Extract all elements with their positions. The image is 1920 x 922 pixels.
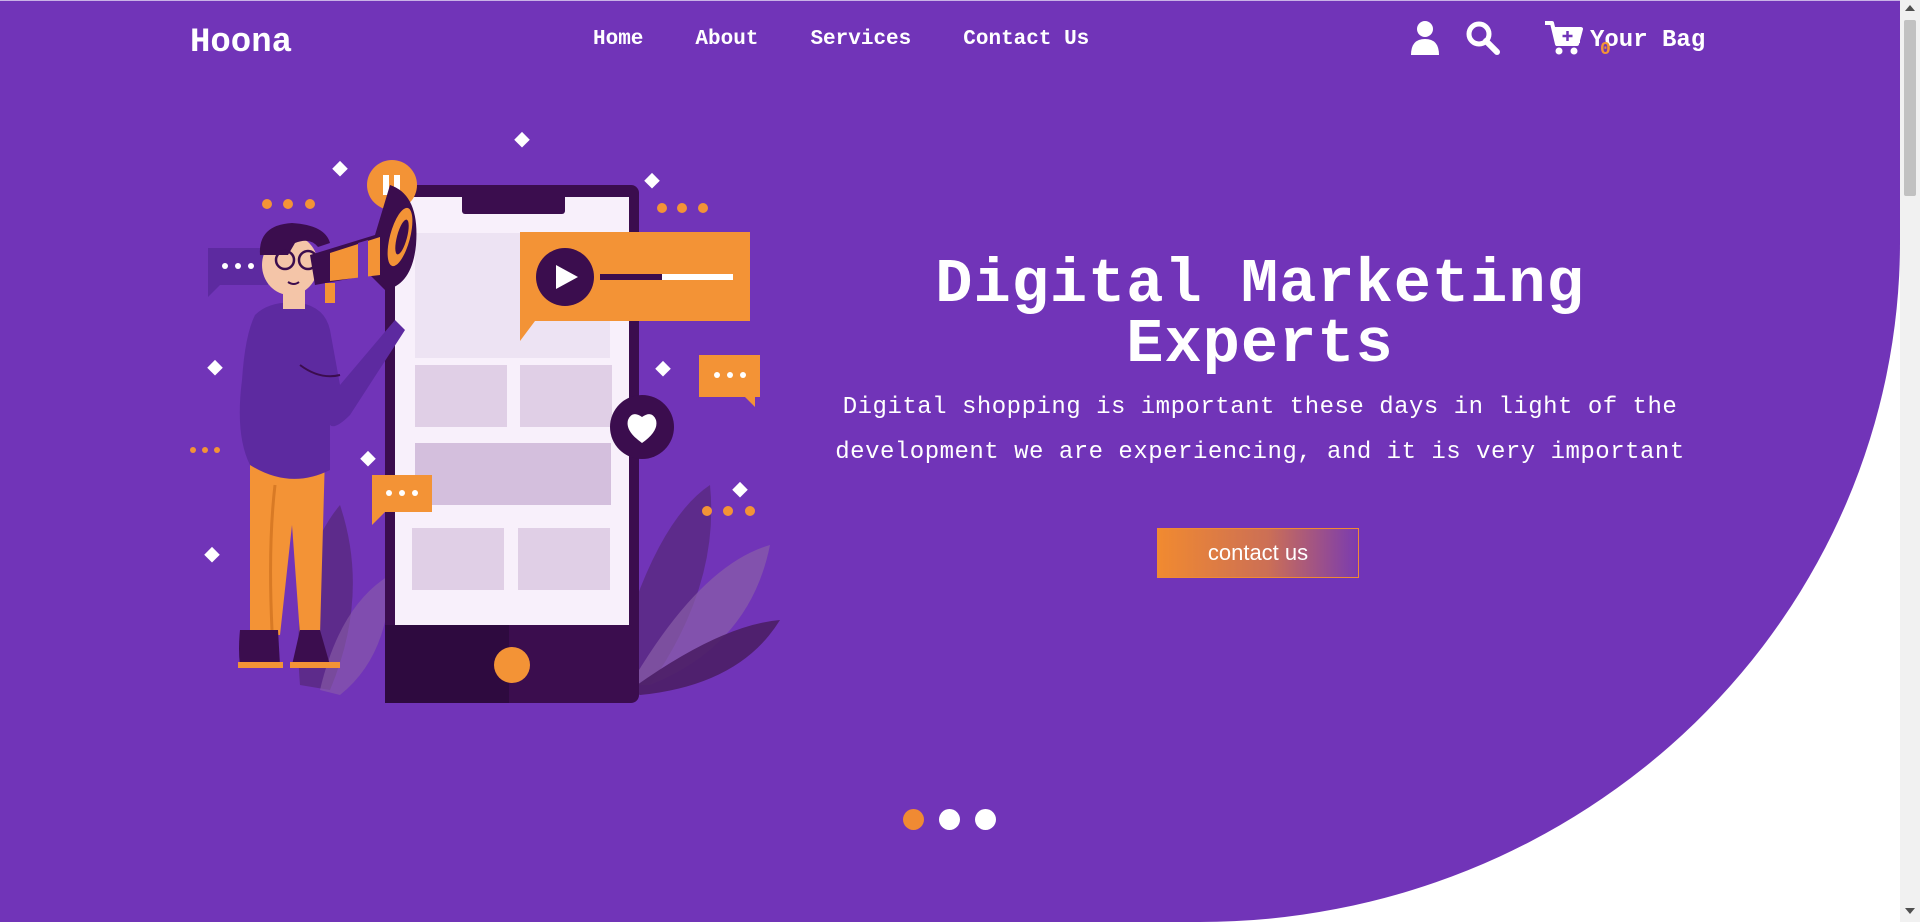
- brand-logo[interactable]: Hoona: [190, 24, 292, 62]
- user-icon[interactable]: [1410, 20, 1440, 61]
- contact-us-button[interactable]: contact us: [1157, 528, 1359, 578]
- chat-bubble-right: [699, 355, 760, 407]
- phone-home-button: [494, 647, 530, 683]
- navbar: Hoona Home About Services Contact Us 0 Y…: [0, 0, 1900, 90]
- hero-title: Digital Marketing Experts: [935, 249, 1585, 380]
- marketing-illustration: [190, 131, 780, 703]
- hero-section: Hoona Home About Services Contact Us 0 Y…: [0, 0, 1900, 922]
- nav-contact-us[interactable]: Contact Us: [963, 28, 1089, 51]
- header-actions: 0 Your Bag: [1410, 20, 1705, 61]
- main-nav: Home About Services Contact Us: [593, 28, 1141, 51]
- search-icon[interactable]: [1466, 21, 1500, 60]
- slide-dot-1[interactable]: [903, 809, 924, 830]
- scroll-down-arrow[interactable]: [1905, 908, 1915, 914]
- scrollbar-thumb[interactable]: [1904, 20, 1916, 196]
- bag-button[interactable]: 0 Your Bag: [1544, 20, 1705, 61]
- nav-services[interactable]: Services: [810, 28, 911, 51]
- man-shoe-left: [239, 630, 280, 665]
- chat-bubble-left: [208, 248, 268, 297]
- page-scrollbar[interactable]: [1900, 0, 1920, 922]
- bag-count-badge: 0: [1600, 40, 1611, 60]
- nav-about[interactable]: About: [695, 28, 758, 51]
- scroll-up-arrow[interactable]: [1905, 5, 1915, 11]
- slider-dots: [903, 809, 996, 830]
- slide-dot-2[interactable]: [939, 809, 960, 830]
- slide-dot-3[interactable]: [975, 809, 996, 830]
- phone-notch: [462, 192, 565, 214]
- nav-home[interactable]: Home: [593, 28, 643, 51]
- man-legs: [250, 455, 325, 635]
- man-body: [239, 302, 405, 479]
- cart-icon: [1544, 20, 1584, 61]
- hero-description: Digital shopping is important these days…: [835, 394, 1685, 466]
